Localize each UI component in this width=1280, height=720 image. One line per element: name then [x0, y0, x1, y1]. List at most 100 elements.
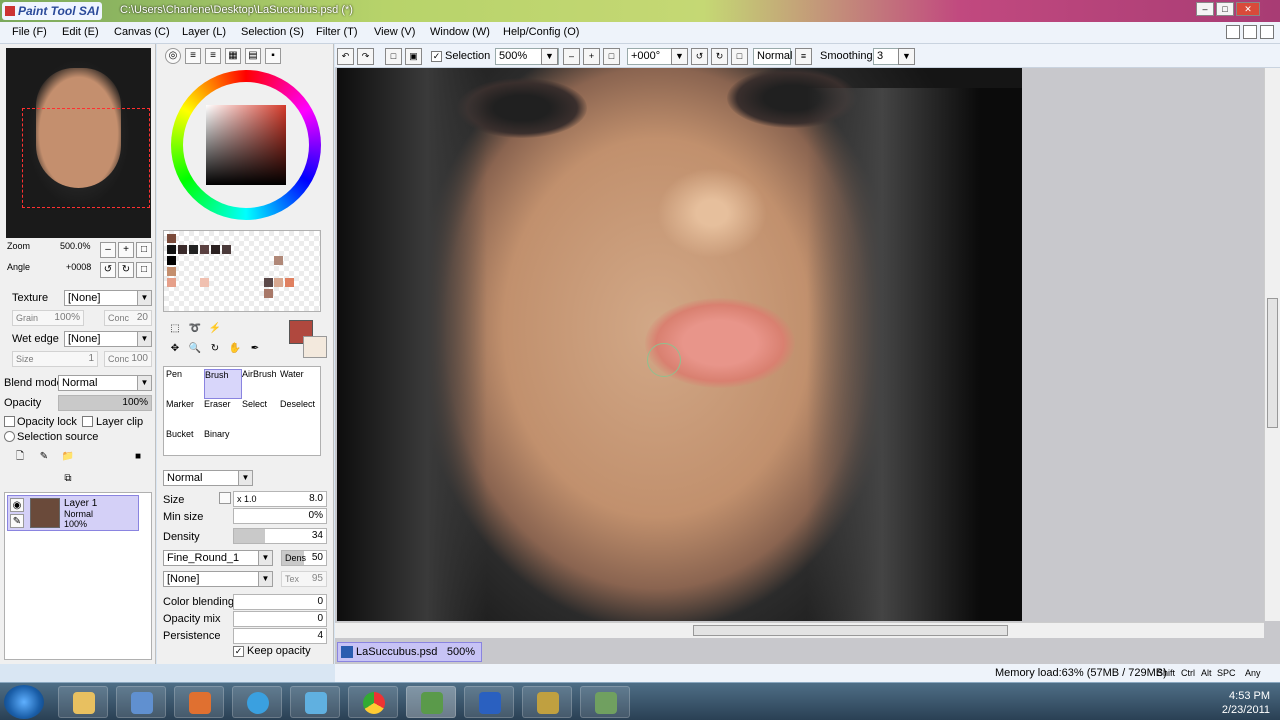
layer-clip-checkbox[interactable] — [82, 416, 93, 427]
horizontal-scroll-thumb[interactable] — [693, 625, 1008, 636]
taskbar-app-5[interactable] — [290, 686, 340, 718]
invert-selection-icon[interactable]: ▣ — [405, 48, 422, 65]
rotate-left-icon[interactable]: ↺ — [100, 262, 116, 278]
mask-icon[interactable]: ■ — [130, 450, 146, 466]
keep-opacity-checkbox[interactable]: ✓ — [233, 646, 244, 657]
tex-slider[interactable]: Tex 95 — [281, 571, 327, 587]
brush-shape-select[interactable]: Fine_Round_1 ▼ — [163, 550, 273, 566]
swatch[interactable] — [167, 267, 176, 276]
min-size-slider[interactable]: 0% — [233, 508, 327, 524]
zoom-icon[interactable]: 🔍 — [187, 342, 203, 358]
taskbar-app-9[interactable] — [522, 686, 572, 718]
opacity-lock-checkbox[interactable] — [4, 416, 15, 427]
swatch[interactable] — [167, 256, 176, 265]
zoom-dropdown-icon[interactable]: ▼ — [541, 48, 558, 65]
media-player-taskbar-icon[interactable] — [174, 686, 224, 718]
swatch[interactable] — [167, 245, 176, 254]
minimize-button[interactable]: – — [1196, 2, 1214, 16]
density-slider[interactable]: 34 — [233, 528, 327, 544]
swatch[interactable] — [274, 278, 283, 287]
rotate-cw-icon[interactable]: ↻ — [711, 48, 728, 65]
layer-item[interactable]: ◉ ✎ Layer 1 Normal 100% — [7, 495, 139, 531]
color-blending-slider[interactable]: 0 — [233, 594, 327, 610]
rotate-right-icon[interactable]: ↻ — [118, 262, 134, 278]
menu-canvas[interactable]: Canvas (C) — [114, 26, 170, 38]
saturation-value-square[interactable] — [206, 105, 286, 185]
undo-icon[interactable]: ↶ — [337, 48, 354, 65]
taskbar-app-10[interactable] — [580, 686, 630, 718]
size-range-button[interactable] — [219, 492, 231, 504]
scratchpad-tab-icon[interactable]: ▪ — [265, 48, 281, 64]
zoom-plus-icon[interactable]: + — [583, 48, 600, 65]
lasso-icon[interactable]: ➰ — [187, 322, 203, 338]
menu-window[interactable]: Window (W) — [430, 26, 490, 38]
explorer-taskbar-icon[interactable] — [58, 686, 108, 718]
brush-texture-select[interactable]: [None] ▼ — [163, 571, 273, 587]
menu-help[interactable]: Help/Config (O) — [503, 26, 579, 38]
water-tool[interactable]: Water — [280, 369, 318, 399]
swatch[interactable] — [211, 245, 220, 254]
swatch[interactable] — [167, 234, 176, 243]
rect-select-icon[interactable]: ⬚ — [167, 322, 183, 338]
swatch[interactable] — [222, 245, 231, 254]
close-button[interactable]: ✕ — [1236, 2, 1260, 16]
selection-source-radio[interactable] — [4, 431, 15, 442]
rotate-reset-icon[interactable]: □ — [136, 262, 152, 278]
blend-mode-select[interactable]: Normal ▼ — [58, 375, 152, 391]
opacity-mix-slider[interactable]: 0 — [233, 611, 327, 627]
ie-taskbar-icon[interactable] — [232, 686, 282, 718]
texture-conc-slider[interactable]: Conc 20 — [104, 310, 152, 326]
maximize-button[interactable]: □ — [1216, 2, 1234, 16]
new-folder-icon[interactable]: 📁 — [60, 450, 76, 466]
zoom-fit-icon[interactable]: □ — [603, 48, 620, 65]
marker-tool[interactable]: Marker — [166, 399, 204, 429]
eye-icon[interactable]: ◉ — [10, 498, 24, 512]
sai-taskbar-icon[interactable] — [406, 686, 456, 718]
zoom-in-icon[interactable]: + — [118, 242, 134, 258]
new-layer-icon[interactable]: 🗋 — [12, 450, 28, 466]
doc-close-button[interactable] — [1260, 25, 1274, 39]
clock-time[interactable]: 4:53 PM — [1222, 689, 1270, 703]
selection-checkbox[interactable]: ✓ — [431, 51, 442, 62]
new-linework-layer-icon[interactable]: ✎ — [36, 450, 52, 466]
swatch[interactable] — [200, 278, 209, 287]
menu-layer[interactable]: Layer (L) — [182, 26, 226, 38]
redo-icon[interactable]: ↷ — [357, 48, 374, 65]
wet-size-slider[interactable]: Size 1 — [12, 351, 98, 367]
menu-file[interactable]: File (F) — [12, 26, 47, 38]
navigator-preview[interactable] — [6, 48, 151, 238]
flip-icon[interactable]: ≡ — [795, 48, 812, 65]
eyedropper-icon[interactable]: ✒ — [247, 342, 263, 358]
palette-tab-icon[interactable]: ▤ — [245, 48, 261, 64]
brush-lock-icon[interactable]: ✎ — [10, 514, 24, 528]
swatch[interactable] — [200, 245, 209, 254]
swatch[interactable] — [167, 278, 176, 287]
menu-filter[interactable]: Filter (T) — [316, 26, 358, 38]
binary-tool[interactable]: Binary — [204, 429, 242, 459]
eraser-tool[interactable]: Eraser — [204, 399, 242, 429]
texture-grain-slider[interactable]: Grain 100% — [12, 310, 84, 326]
doc-minimize-button[interactable] — [1226, 25, 1240, 39]
size-slider[interactable]: x 1.0 8.0 — [233, 491, 327, 507]
swatch-grid[interactable] — [163, 230, 321, 312]
swatch[interactable] — [264, 289, 273, 298]
merge-layer-icon[interactable]: ⧉ — [60, 472, 76, 488]
swatch-tab-icon[interactable]: ▦ — [225, 48, 241, 64]
swatch[interactable] — [264, 278, 273, 287]
navigator-view-rect[interactable] — [22, 108, 150, 208]
swatch[interactable] — [178, 245, 187, 254]
hsv-slider-tab-icon[interactable]: ≡ — [205, 48, 221, 64]
blend-mode-input[interactable]: Normal — [753, 48, 792, 65]
bucket-tool[interactable]: Bucket — [166, 429, 204, 459]
wet-conc-slider[interactable]: Conc 100 — [104, 351, 152, 367]
angle-dropdown-icon[interactable]: ▼ — [671, 48, 688, 65]
hand-icon[interactable]: ✋ — [227, 342, 243, 358]
doc-restore-button[interactable] — [1243, 25, 1257, 39]
zoom-minus-icon[interactable]: – — [563, 48, 580, 65]
deselect-icon[interactable]: □ — [385, 48, 402, 65]
swatch[interactable] — [274, 256, 283, 265]
airbrush-tool[interactable]: AirBrush — [242, 369, 280, 399]
color-wheel-tab-icon[interactable]: ◎ — [165, 48, 181, 64]
pen-tool[interactable]: Pen — [166, 369, 204, 399]
magic-wand-icon[interactable]: ⚡ — [207, 322, 223, 338]
